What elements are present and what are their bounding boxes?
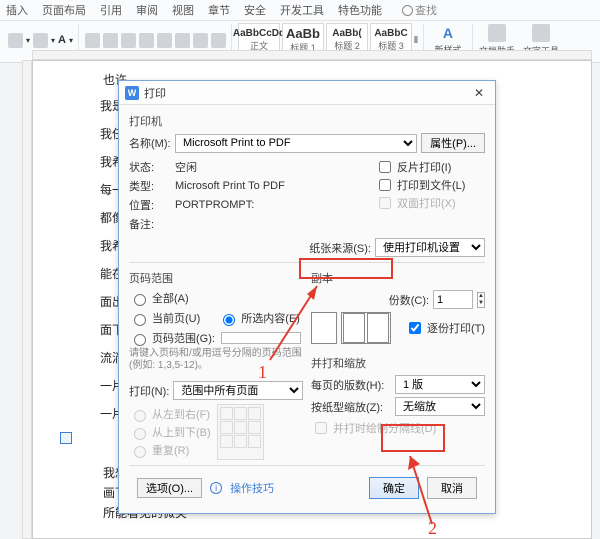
indent-right-icon[interactable] — [139, 33, 154, 48]
name-label: 名称(M): — [129, 135, 171, 151]
range-selection-radio[interactable]: 所选内容(E) — [218, 310, 300, 326]
pages-per-sheet-label: 每页的版数(H): — [311, 377, 391, 393]
tab-insert[interactable]: 插入 — [6, 2, 28, 18]
where-label: 位置: — [129, 197, 171, 213]
collate-checkbox[interactable]: 逐份打印(T) — [405, 319, 485, 337]
bullets-icon[interactable] — [85, 33, 100, 48]
ribbon-tabs: 插入 页面布局 引用 审阅 视图 章节 安全 开发工具 特色功能 查找 — [0, 0, 600, 21]
reverse-print-checkbox[interactable]: 反片打印(I) — [375, 158, 485, 176]
close-button[interactable]: ✕ — [469, 85, 489, 101]
style-preview: AaBb( — [332, 28, 361, 39]
order-repeat-radio: 重复(R) — [129, 442, 211, 458]
copies-spinner[interactable]: ▲▼ — [477, 292, 485, 308]
copies-section-label: 副本 — [311, 270, 485, 286]
align-icon[interactable] — [157, 33, 172, 48]
range-pages-radio[interactable]: 页码范围(G): — [129, 330, 303, 346]
print-what-select[interactable]: 范围中所有页面 — [173, 381, 303, 400]
tab-developer[interactable]: 开发工具 — [280, 2, 324, 18]
copies-input[interactable] — [433, 290, 473, 309]
duplex-checkbox: 双面打印(X) — [375, 194, 485, 212]
font-color-icon[interactable] — [8, 33, 23, 48]
options-button[interactable]: 选项(O)... — [137, 478, 202, 498]
style-preview: AaBbCcDd — [233, 28, 285, 39]
collate-preview-icon — [311, 312, 337, 344]
borders-icon[interactable] — [211, 33, 226, 48]
search-icon — [402, 5, 413, 16]
status-label: 状态: — [129, 159, 171, 175]
zoom-section-label: 并打和缩放 — [311, 355, 485, 371]
copies-label: 份数(C): — [389, 292, 429, 308]
search-label: 查找 — [415, 2, 437, 18]
styles-more-icon[interactable]: ⦀ — [414, 35, 418, 46]
collate-preview-icon — [341, 312, 391, 344]
tab-view[interactable]: 视图 — [172, 2, 194, 18]
info-icon: i — [210, 482, 222, 494]
range-hint: 请键入页码和/或用逗号分隔的页码范围(例如: 1,3,5-12)。 — [129, 348, 303, 372]
printer-section-label: 打印机 — [129, 113, 485, 129]
ok-button[interactable]: 确定 — [369, 477, 419, 499]
range-pages-input[interactable] — [221, 332, 301, 344]
order-lr-radio: 从左到右(F) — [129, 406, 211, 422]
print-what-label: 打印(N): — [129, 383, 169, 399]
indent-left-icon[interactable] — [121, 33, 136, 48]
line-spacing-icon[interactable] — [175, 33, 190, 48]
doc-helper-icon — [488, 24, 506, 42]
text-tools-icon — [532, 24, 550, 42]
app-icon: W — [125, 86, 139, 100]
tab-special[interactable]: 特色功能 — [338, 2, 382, 18]
range-all-radio[interactable]: 全部(A) — [129, 290, 303, 306]
style-preview: AaBbC — [374, 28, 407, 39]
tab-layout[interactable]: 页面布局 — [42, 2, 86, 18]
properties-button[interactable]: 属性(P)... — [421, 133, 485, 153]
paper-source-label: 纸张来源(S): — [309, 240, 371, 256]
type-label: 类型: — [129, 178, 171, 194]
print-dialog: W 打印 ✕ 打印机 名称(M): Microsoft Print to PDF… — [118, 80, 496, 514]
style-preview: AaBb — [286, 26, 320, 41]
numbering-icon[interactable] — [103, 33, 118, 48]
search-box[interactable]: 查找 — [402, 2, 437, 18]
order-preview-icon — [217, 404, 264, 460]
pages-per-sheet-select[interactable]: 1 版 — [395, 375, 485, 394]
paper-source-select[interactable]: 使用打印机设置 — [375, 238, 485, 257]
tab-review[interactable]: 审阅 — [136, 2, 158, 18]
range-section-label: 页码范围 — [129, 270, 303, 286]
scale-label: 按纸型缩放(Z): — [311, 399, 391, 415]
range-current-radio[interactable]: 当前页(U) — [129, 310, 200, 326]
where-value: PORTPROMPT: — [175, 199, 254, 211]
shading-icon[interactable] — [193, 33, 208, 48]
font-a-icon[interactable]: A — [58, 34, 66, 46]
cancel-button[interactable]: 取消 — [427, 477, 477, 499]
chevron-down-icon[interactable]: ▾ — [69, 36, 73, 45]
status-value: 空闲 — [175, 159, 197, 175]
chevron-down-icon[interactable]: ▾ — [26, 36, 30, 45]
scale-select[interactable]: 无缩放 — [395, 397, 485, 416]
dialog-title: 打印 — [144, 85, 166, 101]
dialog-titlebar[interactable]: W 打印 ✕ — [119, 81, 495, 105]
tips-link[interactable]: 操作技巧 — [230, 480, 274, 496]
printer-select[interactable]: Microsoft Print to PDF — [175, 134, 417, 153]
page-break-icon[interactable] — [60, 432, 72, 444]
tab-security[interactable]: 安全 — [244, 2, 266, 18]
horizontal-ruler[interactable] — [32, 50, 592, 60]
print-to-file-checkbox[interactable]: 打印到文件(L) — [375, 176, 485, 194]
chevron-down-icon[interactable]: ▾ — [51, 36, 55, 45]
comment-label: 备注: — [129, 216, 171, 232]
highlight-icon[interactable] — [33, 33, 48, 48]
order-tb-radio: 从上到下(B) — [129, 424, 211, 440]
tab-sections[interactable]: 章节 — [208, 2, 230, 18]
vertical-ruler[interactable] — [22, 60, 32, 539]
tab-references[interactable]: 引用 — [100, 2, 122, 18]
new-style-icon: A — [443, 25, 453, 41]
draw-lines-checkbox: 并打时绘制分隔线(D) — [311, 419, 485, 437]
type-value: Microsoft Print To PDF — [175, 180, 285, 192]
